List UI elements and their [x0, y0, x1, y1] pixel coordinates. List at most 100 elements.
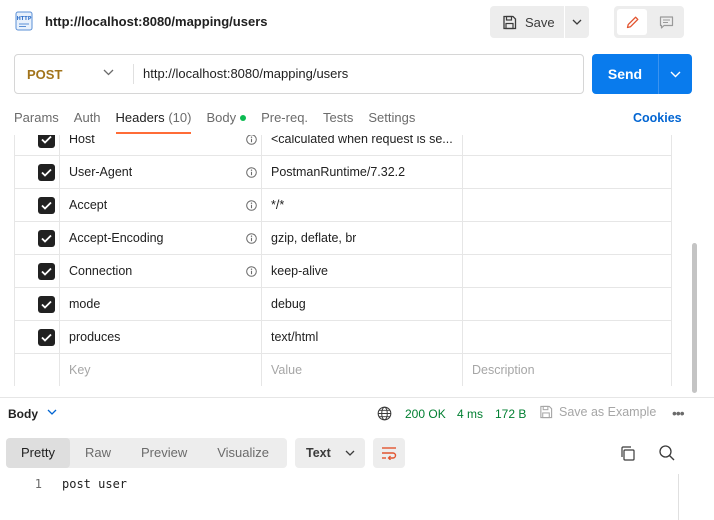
value-cell[interactable]: debug — [261, 288, 463, 321]
response-body-dropdown[interactable]: Body — [8, 407, 38, 421]
header-enabled-checkbox[interactable] — [38, 329, 55, 346]
check-icon — [41, 267, 52, 276]
response-size[interactable]: 172 B — [495, 407, 526, 421]
enable-cell — [14, 354, 60, 386]
info-icon[interactable] — [246, 200, 257, 211]
copy-icon[interactable] — [619, 445, 636, 462]
send-options-button[interactable] — [659, 54, 692, 94]
globe-icon[interactable] — [377, 406, 392, 421]
tab-params[interactable]: Params — [14, 104, 59, 132]
response-code-line[interactable]: post user — [62, 477, 127, 491]
value-cell[interactable]: text/html — [261, 321, 463, 354]
request-title[interactable]: http://localhost:8080/mapping/users — [45, 14, 268, 29]
url-input[interactable]: http://localhost:8080/mapping/users — [143, 66, 573, 81]
table-row: Accept */* — [14, 189, 672, 222]
header-enabled-checkbox[interactable] — [38, 230, 55, 247]
key-cell[interactable]: produces — [59, 321, 261, 354]
save-button[interactable]: Save — [490, 6, 564, 38]
chevron-down-icon — [572, 19, 582, 25]
value-cell[interactable]: keep-alive — [261, 255, 463, 288]
description-cell[interactable] — [462, 222, 672, 255]
check-icon — [41, 168, 52, 177]
table-row: Accept-Encoding gzip, deflate, br — [14, 222, 672, 255]
info-icon[interactable] — [246, 266, 257, 277]
value-cell[interactable]: */* — [261, 189, 463, 222]
edit-mode-button[interactable] — [617, 9, 647, 35]
key-cell[interactable]: Accept — [59, 189, 261, 222]
header-enabled-checkbox[interactable] — [38, 263, 55, 280]
enable-cell — [14, 288, 60, 321]
enable-cell — [14, 255, 60, 288]
code-scrollbar[interactable] — [678, 474, 679, 520]
wrap-lines-button[interactable] — [373, 438, 405, 468]
key-cell[interactable]: Accept-Encoding — [59, 222, 261, 255]
save-options-button[interactable] — [565, 6, 589, 38]
info-icon[interactable] — [246, 233, 257, 244]
value-cell[interactable]: PostmanRuntime/7.32.2 — [261, 156, 463, 189]
method-select[interactable]: POST — [27, 67, 62, 82]
send-button[interactable]: Send — [592, 66, 658, 82]
info-icon[interactable] — [246, 135, 257, 145]
key-cell[interactable]: Host — [59, 135, 261, 156]
header-enabled-checkbox[interactable] — [38, 296, 55, 313]
view-tab-preview[interactable]: Preview — [126, 438, 202, 468]
description-cell[interactable] — [462, 321, 672, 354]
save-button-label: Save — [525, 14, 555, 30]
save-as-example-label: Save as Example — [559, 405, 657, 419]
description-cell[interactable] — [462, 255, 672, 288]
value-cell[interactable]: <calculated when request is se... — [261, 135, 463, 156]
key-cell[interactable]: Key — [59, 354, 261, 386]
save-as-example-button[interactable]: Save as Example — [539, 405, 656, 419]
description-cell[interactable] — [462, 156, 672, 189]
tab-prereq[interactable]: Pre-req. — [261, 104, 308, 132]
tab-auth[interactable]: Auth — [74, 104, 101, 132]
enable-cell — [14, 135, 60, 156]
chevron-down-icon[interactable] — [47, 409, 57, 416]
format-select[interactable]: Text — [295, 438, 365, 468]
comment-mode-button[interactable] — [651, 9, 681, 35]
key-cell[interactable]: Connection — [59, 255, 261, 288]
value-cell[interactable]: gzip, deflate, br — [261, 222, 463, 255]
key-cell[interactable]: mode — [59, 288, 261, 321]
value-cell[interactable]: Value — [261, 354, 463, 386]
view-tab-raw[interactable]: Raw — [70, 438, 126, 468]
header-enabled-checkbox[interactable] — [38, 197, 55, 214]
pane-divider[interactable] — [0, 397, 714, 398]
header-enabled-checkbox[interactable] — [38, 135, 55, 148]
value-placeholder: Value — [271, 363, 303, 377]
tab-headers[interactable]: Headers (10) — [115, 104, 192, 134]
header-value: <calculated when request is se... — [271, 135, 453, 146]
header-value: */* — [271, 198, 285, 212]
more-icon[interactable]: ••• — [672, 405, 685, 421]
header-key: produces — [69, 330, 121, 344]
request-tabs: Params Auth Headers (10) Body Pre-req. T… — [14, 104, 430, 134]
info-icon[interactable] — [246, 167, 257, 178]
wrap-lines-icon — [382, 447, 397, 460]
description-cell[interactable] — [462, 135, 672, 156]
tab-body[interactable]: Body — [206, 104, 247, 132]
tab-headers-label: Headers — [115, 110, 165, 125]
tab-settings[interactable]: Settings — [368, 104, 415, 132]
header-enabled-checkbox[interactable] — [38, 164, 55, 181]
format-select-value: Text — [306, 446, 331, 460]
request-header-bar: HTTP http://localhost:8080/mapping/users… — [0, 0, 714, 44]
description-cell[interactable]: Description — [462, 354, 672, 386]
response-time[interactable]: 4 ms — [457, 407, 483, 421]
check-icon — [41, 333, 52, 342]
key-cell[interactable]: User-Agent — [59, 156, 261, 189]
url-divider — [133, 64, 134, 84]
view-tab-pretty[interactable]: Pretty — [6, 438, 70, 468]
view-tab-visualize[interactable]: Visualize — [202, 438, 284, 468]
chevron-down-icon[interactable] — [103, 69, 114, 76]
headers-scrollbar[interactable] — [692, 243, 697, 393]
header-value: debug — [271, 297, 306, 311]
tab-headers-count: (10) — [168, 110, 192, 125]
cookies-link[interactable]: Cookies — [633, 111, 682, 125]
search-icon[interactable] — [658, 444, 676, 462]
header-value: keep-alive — [271, 264, 328, 278]
tab-tests[interactable]: Tests — [323, 104, 353, 132]
description-cell[interactable] — [462, 189, 672, 222]
description-cell[interactable] — [462, 288, 672, 321]
response-status[interactable]: 200 OK — [405, 407, 446, 421]
table-row: User-Agent PostmanRuntime/7.32.2 — [14, 156, 672, 189]
